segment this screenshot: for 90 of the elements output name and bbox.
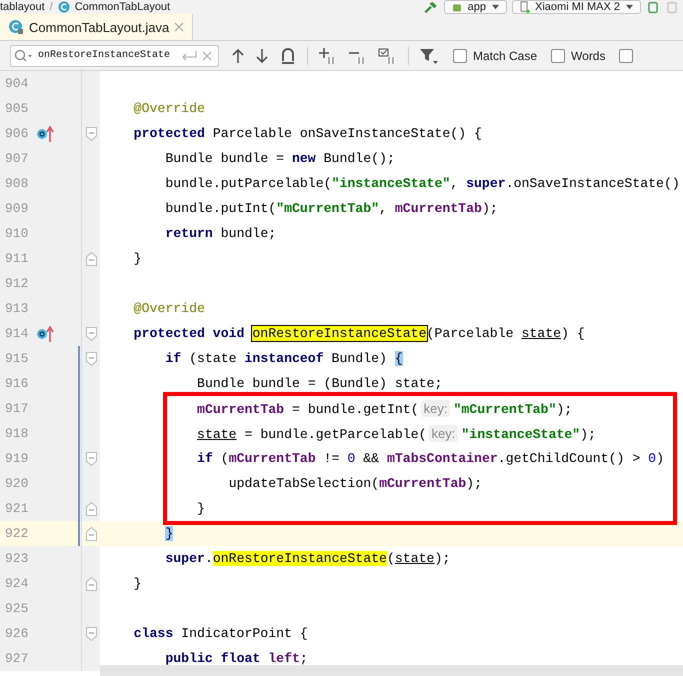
arrow-up-icon[interactable] [231, 48, 245, 64]
find-all-icon[interactable] [279, 46, 297, 64]
filter-icon[interactable] [419, 46, 439, 64]
change-marker[interactable] [78, 371, 80, 396]
line-number: 925 [4, 601, 30, 616]
line-number: 910 [4, 226, 30, 241]
fold-icon[interactable] [86, 352, 97, 366]
enter-icon [180, 50, 198, 62]
code-line: public float left; [165, 651, 308, 666]
device-dropdown[interactable]: Xiaomi MI MAX 2 [512, 0, 641, 14]
checkbox[interactable] [551, 48, 566, 62]
line-number: 904 [4, 76, 30, 91]
code-line: Bundle bundle = (Bundle) state; [197, 376, 442, 391]
close-icon[interactable] [174, 22, 184, 32]
caret-icon [491, 4, 500, 10]
change-marker[interactable] [78, 521, 80, 546]
line-number: 905 [4, 101, 30, 116]
clear-icon[interactable] [202, 50, 212, 60]
override-icon[interactable] [36, 124, 54, 142]
code-line: @Override [134, 101, 205, 116]
checkbox-label[interactable]: Match Case [473, 48, 538, 62]
line-number: 909 [4, 201, 30, 216]
fold-icon[interactable] [86, 452, 97, 466]
code-line: super.onRestoreInstanceState(state); [165, 551, 450, 566]
search-icon[interactable] [14, 48, 34, 62]
code-line: } [197, 501, 205, 516]
line-number: 923 [4, 551, 30, 566]
line-number: 908 [4, 176, 30, 191]
phone-icon [519, 1, 530, 13]
fold-icon[interactable] [86, 126, 97, 140]
change-marker[interactable] [78, 346, 80, 371]
line-number: 919 [4, 451, 30, 466]
line-number: 913 [4, 301, 30, 316]
breadcrumb-separator: / [50, 0, 53, 14]
code-line: protected void onRestoreInstanceState(Parcelable state) { [134, 326, 585, 341]
code-line: bundle.putParcelable("instanceState", super.onSaveInstanceState() [165, 176, 680, 191]
code-line: bundle.putInt("mCurrentTab", mCurrentTab); [165, 201, 498, 216]
checkbox-label[interactable]: Words [571, 48, 606, 62]
code-line: updateTabSelection(mCurrentTab); [228, 476, 482, 491]
override-icon[interactable] [36, 324, 54, 342]
line-number: 917 [4, 401, 30, 416]
run-config-dropdown[interactable]: app [444, 0, 508, 14]
line-number: 926 [4, 626, 30, 641]
breadcrumb[interactable]: CommonTabLayout [74, 0, 170, 14]
line-number: 914 [4, 326, 30, 341]
code-line: } [134, 576, 142, 591]
checkbox[interactable] [453, 48, 467, 62]
line-number: 918 [4, 426, 30, 441]
line-number: 912 [4, 276, 30, 291]
caret-icon [625, 4, 634, 10]
line-number: 916 [4, 376, 30, 391]
hammer-icon[interactable] [422, 0, 439, 14]
unfold-icon[interactable] [86, 502, 97, 516]
unfold-icon[interactable] [86, 576, 97, 590]
code-line: Bundle bundle = new Bundle(); [165, 151, 395, 166]
code-line: class IndicatorPoint { [134, 626, 308, 641]
search-field[interactable]: onRestoreInstanceState [10, 44, 219, 66]
line-number: 924 [4, 576, 30, 591]
scrollbar[interactable] [100, 665, 683, 676]
fold-icon[interactable] [86, 326, 97, 340]
line-number: 920 [4, 476, 30, 491]
arrow-down-icon[interactable] [255, 48, 269, 64]
line-number: 927 [4, 651, 30, 666]
line-number: 922 [4, 526, 30, 541]
change-marker[interactable] [78, 471, 80, 496]
line-number: 911 [4, 251, 30, 266]
line-number: 907 [4, 151, 30, 166]
fold-icon[interactable] [86, 626, 97, 640]
checkbox[interactable] [619, 48, 634, 62]
change-marker[interactable] [78, 446, 80, 471]
class-file-icon [58, 1, 70, 13]
code-line: @Override [134, 301, 205, 316]
code-line: mCurrentTab = bundle.getInt( key: "mCurrentTab"); [197, 400, 572, 416]
unfold-icon[interactable] [86, 526, 97, 540]
line-number: 921 [4, 501, 30, 516]
code-line: protected Parcelable onSaveInstanceState() { [134, 126, 482, 141]
change-marker[interactable] [78, 396, 80, 421]
line-number: 906 [4, 126, 30, 141]
line-number: 915 [4, 351, 30, 366]
breadcrumb[interactable]: tablayout [0, 0, 45, 14]
code-line: if (mCurrentTab != 0 && mTabsContainer.getChildCount() > 0) [197, 451, 664, 466]
unfold-icon[interactable] [86, 252, 97, 266]
code-line: if (state instanceof Bundle) { [165, 351, 403, 366]
code-line: } [134, 251, 142, 266]
code-line: state = bundle.getParcelable( key: "instanceState"); [197, 426, 596, 442]
code-line: return bundle; [165, 226, 276, 241]
change-marker[interactable] [78, 496, 80, 521]
editor-tab[interactable]: CommonTabLayout.java [0, 14, 194, 40]
change-marker[interactable] [78, 421, 80, 446]
class-file-icon [8, 19, 24, 35]
